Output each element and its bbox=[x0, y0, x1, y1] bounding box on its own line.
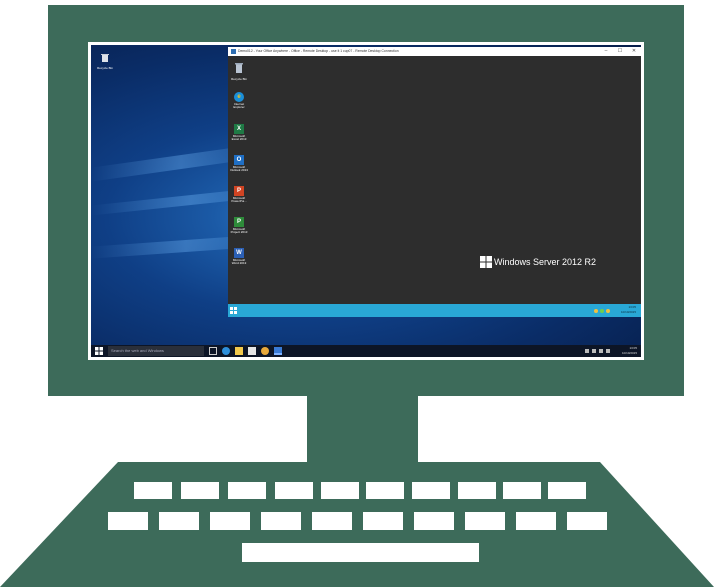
keyboard-key bbox=[181, 482, 219, 499]
keyboard-key bbox=[516, 512, 556, 530]
keyboard-key bbox=[458, 482, 496, 499]
remote-desktop-taskbar-icon[interactable] bbox=[274, 347, 282, 355]
keyboard-key bbox=[134, 482, 172, 499]
store-icon[interactable] bbox=[248, 347, 256, 355]
rdp-title-bar[interactable]: Demo012 - Your Office Anywhere - Office … bbox=[228, 47, 641, 56]
rdp-app-icon bbox=[231, 49, 236, 54]
tray-chevron-icon[interactable] bbox=[585, 349, 589, 353]
desktop-icon-excel[interactable]: X Microsoft Excel 2013 bbox=[230, 124, 248, 142]
powerpoint-icon: P bbox=[234, 186, 244, 196]
desktop-icon-recycle-bin[interactable]: Recycle Bin bbox=[230, 60, 248, 81]
tray-volume-icon[interactable] bbox=[599, 349, 603, 353]
keyboard-key bbox=[414, 512, 454, 530]
host-clock[interactable]: 13:05 10/10/2015 bbox=[622, 346, 637, 356]
remote-desktop-window[interactable]: Demo012 - Your Office Anywhere - Office … bbox=[228, 47, 641, 317]
desktop-icon-powerpoint[interactable]: P Microsoft PowerPoi... bbox=[230, 186, 248, 204]
desktop-icon-label: Microsoft Outlook 2013 bbox=[230, 165, 248, 173]
desktop-icon-label: Recycle Bin bbox=[231, 77, 247, 81]
desktop-icon-internet-explorer[interactable]: e Internet Explorer bbox=[230, 92, 248, 110]
tray-network-icon[interactable] bbox=[600, 309, 604, 313]
project-icon: P bbox=[234, 217, 244, 227]
tray-notification-icon[interactable] bbox=[606, 349, 610, 353]
keyboard-key bbox=[159, 512, 199, 530]
search-input[interactable]: Search the web and Windows bbox=[108, 346, 204, 356]
keyboard-key bbox=[465, 512, 505, 530]
desktop-icon-label: Microsoft Excel 2013 bbox=[231, 134, 247, 142]
chrome-icon[interactable] bbox=[261, 347, 269, 355]
keyboard-key bbox=[275, 482, 313, 499]
keyboard-spacebar bbox=[242, 543, 479, 562]
tray-flag-icon[interactable] bbox=[594, 309, 598, 313]
keyboard-key bbox=[363, 512, 403, 530]
server-desktop[interactable]: Recycle Bin e Internet Explorer X Micros… bbox=[228, 56, 641, 304]
desktop-icon-label: Microsoft PowerPoi... bbox=[231, 196, 247, 204]
outlook-icon: O bbox=[234, 155, 244, 165]
edge-icon[interactable] bbox=[222, 347, 230, 355]
server-clock[interactable]: 13:05 10/10/2015 bbox=[621, 305, 636, 315]
start-button-icon[interactable] bbox=[95, 347, 103, 355]
desktop-icon-label: Internet Explorer bbox=[233, 102, 245, 110]
keyboard-key bbox=[412, 482, 450, 499]
windows-logo-icon bbox=[480, 256, 492, 268]
keyboard-key bbox=[312, 512, 352, 530]
host-recycle-bin-label: Recycle Bin bbox=[97, 66, 113, 70]
excel-icon: X bbox=[234, 124, 244, 134]
file-explorer-icon[interactable] bbox=[235, 347, 243, 355]
internet-explorer-icon: e bbox=[234, 92, 244, 102]
desktop-icon-project[interactable]: P Microsoft Project 2013 bbox=[230, 217, 248, 235]
recycle-bin-icon bbox=[101, 54, 109, 62]
rdp-window-title: Demo012 - Your Office Anywhere - Office … bbox=[238, 49, 399, 53]
maximize-button[interactable]: ☐ bbox=[614, 47, 626, 56]
keyboard-key bbox=[548, 482, 586, 499]
keyboard-key bbox=[210, 512, 250, 530]
start-button-icon[interactable] bbox=[230, 307, 237, 314]
host-taskbar: Search the web and Windows 13:05 10/10/2… bbox=[91, 345, 641, 357]
keyboard-key bbox=[503, 482, 541, 499]
server-clock-date: 10/10/2015 bbox=[620, 310, 636, 314]
keyboard-key bbox=[261, 512, 301, 530]
server-taskbar: 13:05 10/10/2015 bbox=[228, 304, 641, 317]
keyboard-key bbox=[567, 512, 607, 530]
host-desktop[interactable]: Recycle Bin Demo012 - Your Office Anywhe… bbox=[91, 45, 641, 357]
desktop-icon-word[interactable]: W Microsoft Word 2013 bbox=[230, 248, 248, 266]
keyboard-key bbox=[321, 482, 359, 499]
host-recycle-bin[interactable]: Recycle Bin bbox=[96, 49, 114, 70]
server-brand-text: Windows Server 2012 R2 bbox=[494, 257, 597, 267]
task-view-icon[interactable] bbox=[209, 347, 217, 355]
host-clock-date: 10/10/2015 bbox=[621, 351, 637, 355]
keyboard-key bbox=[366, 482, 404, 499]
desktop-icon-label: Microsoft Project 2013 bbox=[230, 227, 248, 235]
recycle-bin-icon bbox=[235, 63, 243, 73]
close-button[interactable]: ✕ bbox=[628, 47, 640, 56]
monitor-stand bbox=[307, 396, 418, 462]
word-icon: W bbox=[234, 248, 244, 258]
tray-volume-icon[interactable] bbox=[606, 309, 610, 313]
keyboard-key bbox=[228, 482, 266, 499]
tray-network-icon[interactable] bbox=[592, 349, 596, 353]
keyboard-key bbox=[108, 512, 148, 530]
minimize-button[interactable]: – bbox=[600, 47, 612, 56]
desktop-icon-outlook[interactable]: O Microsoft Outlook 2013 bbox=[230, 155, 248, 173]
desktop-icon-label: Microsoft Word 2013 bbox=[231, 258, 247, 266]
